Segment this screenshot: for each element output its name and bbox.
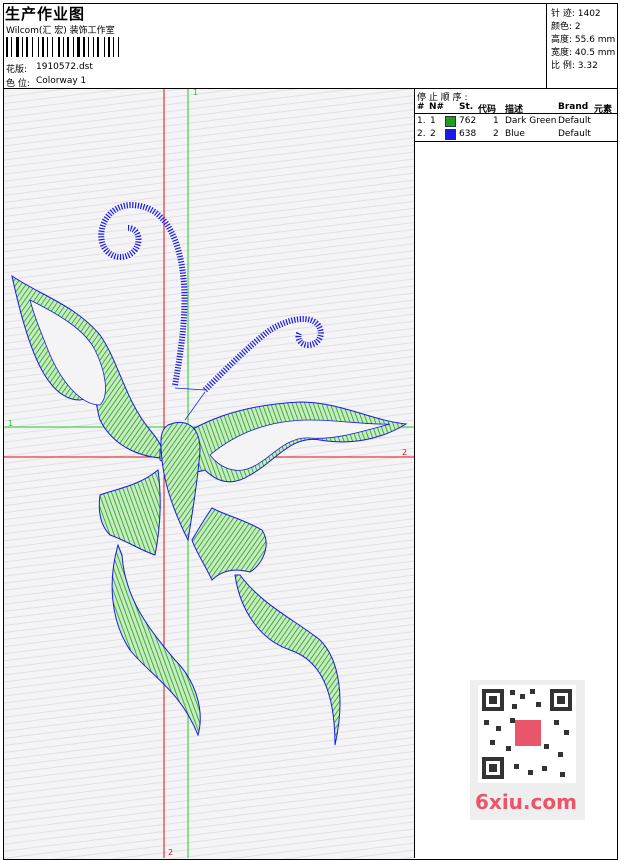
axis-label-red-right: 2 bbox=[402, 448, 408, 457]
axis-label-green-top: 1 bbox=[193, 88, 199, 97]
petal-right bbox=[191, 507, 267, 581]
production-worksheet: { "header": { "title": "生产作业图", "studio"… bbox=[0, 0, 620, 861]
jump-stitch bbox=[174, 387, 206, 421]
petal-center bbox=[160, 421, 201, 542]
axis-label-red-bottom: 2 bbox=[168, 848, 174, 857]
tendril-left bbox=[98, 201, 188, 386]
leaf-lower-right bbox=[234, 574, 341, 746]
leaf-lower-left bbox=[111, 543, 201, 737]
axis-label-green-left: 1 bbox=[8, 419, 14, 428]
qr-code-icon bbox=[478, 685, 576, 783]
tendril-right bbox=[202, 316, 324, 393]
petal-left bbox=[98, 469, 161, 556]
site-logo: 6xiu.com bbox=[475, 790, 577, 814]
